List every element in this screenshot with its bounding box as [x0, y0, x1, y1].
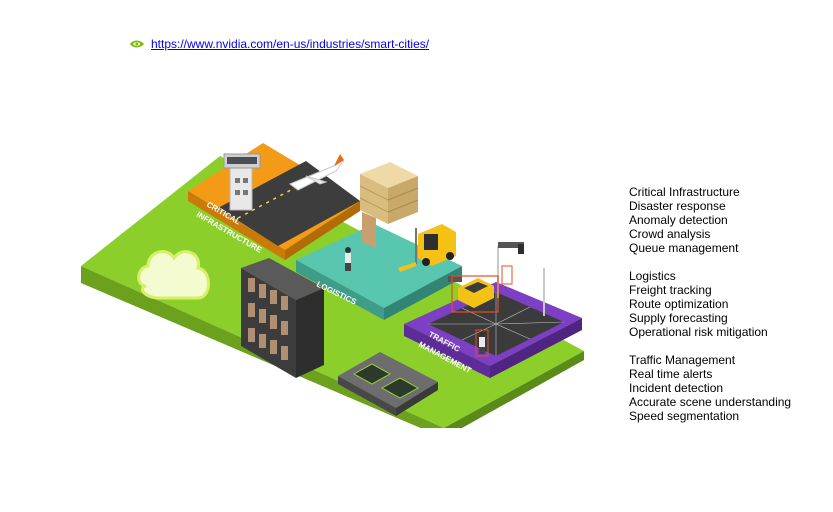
list-item: Anomaly detection	[629, 213, 728, 227]
source-link-row: https://www.nvidia.com/en-us/industries/…	[129, 37, 429, 51]
group-title: Logistics	[629, 269, 676, 283]
list-item: Incident detection	[629, 381, 724, 395]
smart-city-illustration: CRITICAL INFRASTRUCTURE LOGISTICS TRAFFI…	[81, 143, 584, 428]
list-item: Operational risk mitigation	[629, 325, 768, 339]
group-title: Traffic Management	[629, 353, 736, 367]
list-item: Route optimization	[629, 297, 729, 311]
list-item: Disaster response	[629, 199, 726, 213]
use-case-list: Critical Infrastructure Disaster respons…	[629, 185, 791, 437]
worker-icon	[345, 247, 351, 271]
use-case-group-traffic-management: Traffic Management Real time alerts Inci…	[629, 353, 791, 423]
group-title: Critical Infrastructure	[629, 185, 740, 199]
cloud-icon	[137, 250, 210, 300]
nvidia-logo-icon	[130, 40, 144, 48]
list-item: Speed segmentation	[629, 409, 740, 423]
use-case-group-critical-infrastructure: Critical Infrastructure Disaster respons…	[629, 185, 791, 255]
list-item: Accurate scene understanding	[629, 395, 792, 409]
list-item: Real time alerts	[629, 367, 713, 381]
use-case-group-logistics: Logistics Freight tracking Route optimiz…	[629, 269, 791, 339]
source-url-link[interactable]: https://www.nvidia.com/en-us/industries/…	[151, 37, 429, 51]
list-item: Crowd analysis	[629, 227, 711, 241]
list-item: Freight tracking	[629, 283, 712, 297]
list-item: Supply forecasting	[629, 311, 728, 325]
list-item: Queue management	[629, 241, 739, 255]
